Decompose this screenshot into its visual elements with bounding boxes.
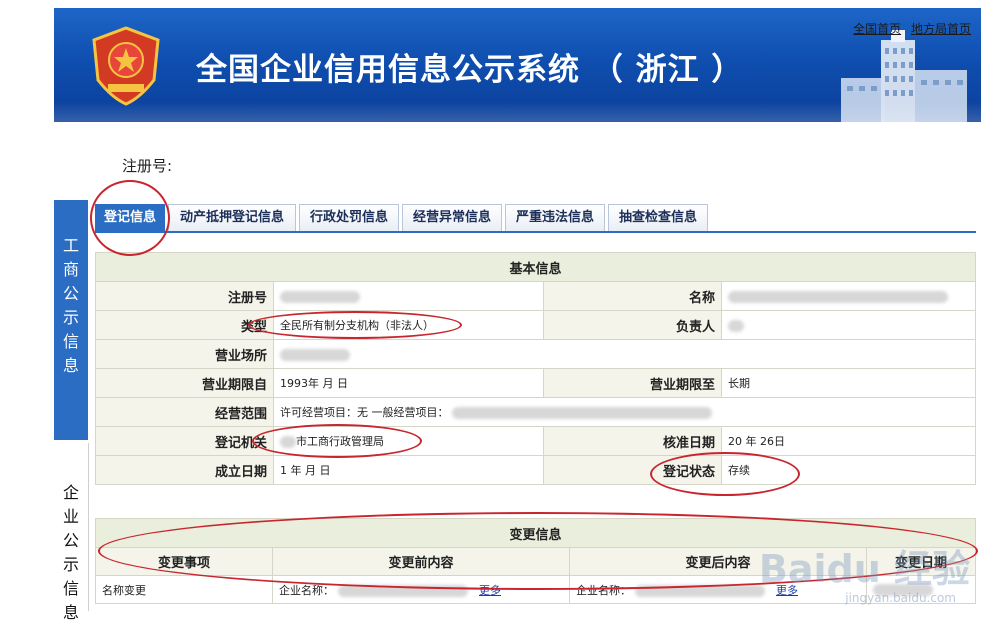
authority-label: 登记机关 bbox=[95, 426, 274, 456]
authority-text: 市工商行政管理局 bbox=[296, 435, 384, 448]
change-item-cell: 名称变更 bbox=[95, 575, 273, 604]
before-more-link[interactable]: 更多 bbox=[479, 584, 501, 597]
registration-number-label: 注册号: bbox=[122, 157, 173, 175]
scope-value: 许可经营项目：无 一般经营项目： bbox=[273, 397, 976, 427]
status-value: 存续 bbox=[721, 455, 976, 485]
page-title: 全国企业信用信息公示系统 （ 浙江 ） bbox=[196, 52, 744, 88]
reg-no-value bbox=[273, 281, 544, 311]
name-value bbox=[721, 281, 976, 311]
national-emblem-icon bbox=[92, 26, 160, 106]
baidu-watermark: Baidu 经验 bbox=[758, 547, 970, 591]
side-nav-label-2: 企业公示信息 bbox=[62, 483, 79, 622]
basic-info-title: 基本信息 bbox=[95, 252, 976, 282]
type-value: 全民所有制分支机构（非法人） bbox=[273, 310, 544, 340]
tab-abnormal-operation[interactable]: 经营异常信息 bbox=[402, 204, 502, 231]
person-in-charge-value bbox=[721, 310, 976, 340]
term-from-value: 1993年 月 日 bbox=[273, 368, 544, 398]
scope-text: 许可经营项目：无 一般经营项目： bbox=[280, 406, 449, 419]
national-home-link[interactable]: 全国首页 bbox=[853, 22, 901, 36]
tab-spot-check[interactable]: 抽查检查信息 bbox=[608, 204, 708, 231]
column-before-content: 变更前内容 bbox=[272, 547, 570, 576]
local-bureau-home-link[interactable]: 地方局首页 bbox=[911, 22, 971, 36]
term-to-label: 营业期限至 bbox=[543, 368, 722, 398]
established-date-value: 1 年 月 日 bbox=[273, 455, 544, 485]
term-to-value: 长期 bbox=[721, 368, 976, 398]
top-links: 全国首页 地方局首页 bbox=[847, 20, 971, 37]
baidu-watermark-url: jingyan.baidu.com bbox=[845, 591, 956, 605]
name-label: 名称 bbox=[543, 281, 722, 311]
side-nav-business-public-info[interactable]: 工商公示信息 bbox=[54, 200, 88, 440]
building-icon bbox=[841, 30, 967, 122]
approval-date-value: 20 年 26日 bbox=[721, 426, 976, 456]
approval-date-label: 核准日期 bbox=[543, 426, 722, 456]
tab-serious-violation[interactable]: 严重违法信息 bbox=[505, 204, 605, 231]
after-content-text: 企业名称： bbox=[576, 583, 631, 597]
established-date-label: 成立日期 bbox=[95, 455, 274, 485]
tab-underline bbox=[95, 231, 976, 233]
before-content-text: 企业名称： bbox=[279, 583, 334, 597]
tab-registration-info[interactable]: 登记信息 bbox=[95, 204, 165, 231]
before-content-cell: 企业名称： 更多 bbox=[272, 575, 570, 604]
reg-no-label: 注册号 bbox=[95, 281, 274, 311]
basic-info-table: 基本信息 注册号 名称 类型 全民所有制分支机构（非法人） 负责人 营业场所 营… bbox=[95, 252, 976, 485]
side-nav-label-1: 工商公示信息 bbox=[62, 236, 79, 375]
side-nav-enterprise-public-info[interactable]: 企业公示信息 bbox=[54, 443, 89, 622]
authority-value: 市工商行政管理局 bbox=[273, 426, 544, 456]
column-change-item: 变更事项 bbox=[95, 547, 273, 576]
term-from-label: 营业期限自 bbox=[95, 368, 274, 398]
person-in-charge-label: 负责人 bbox=[543, 310, 722, 340]
status-label: 登记状态 bbox=[543, 455, 722, 485]
type-label: 类型 bbox=[95, 310, 274, 340]
address-label: 营业场所 bbox=[95, 339, 274, 369]
tab-movable-mortgage[interactable]: 动产抵押登记信息 bbox=[168, 204, 296, 231]
site-header: 全国企业信用信息公示系统 （ 浙江 ） 全国首页 地方局首页 bbox=[54, 8, 981, 122]
address-value bbox=[273, 339, 976, 369]
scope-label: 经营范围 bbox=[95, 397, 274, 427]
tab-administrative-penalty[interactable]: 行政处罚信息 bbox=[299, 204, 399, 231]
